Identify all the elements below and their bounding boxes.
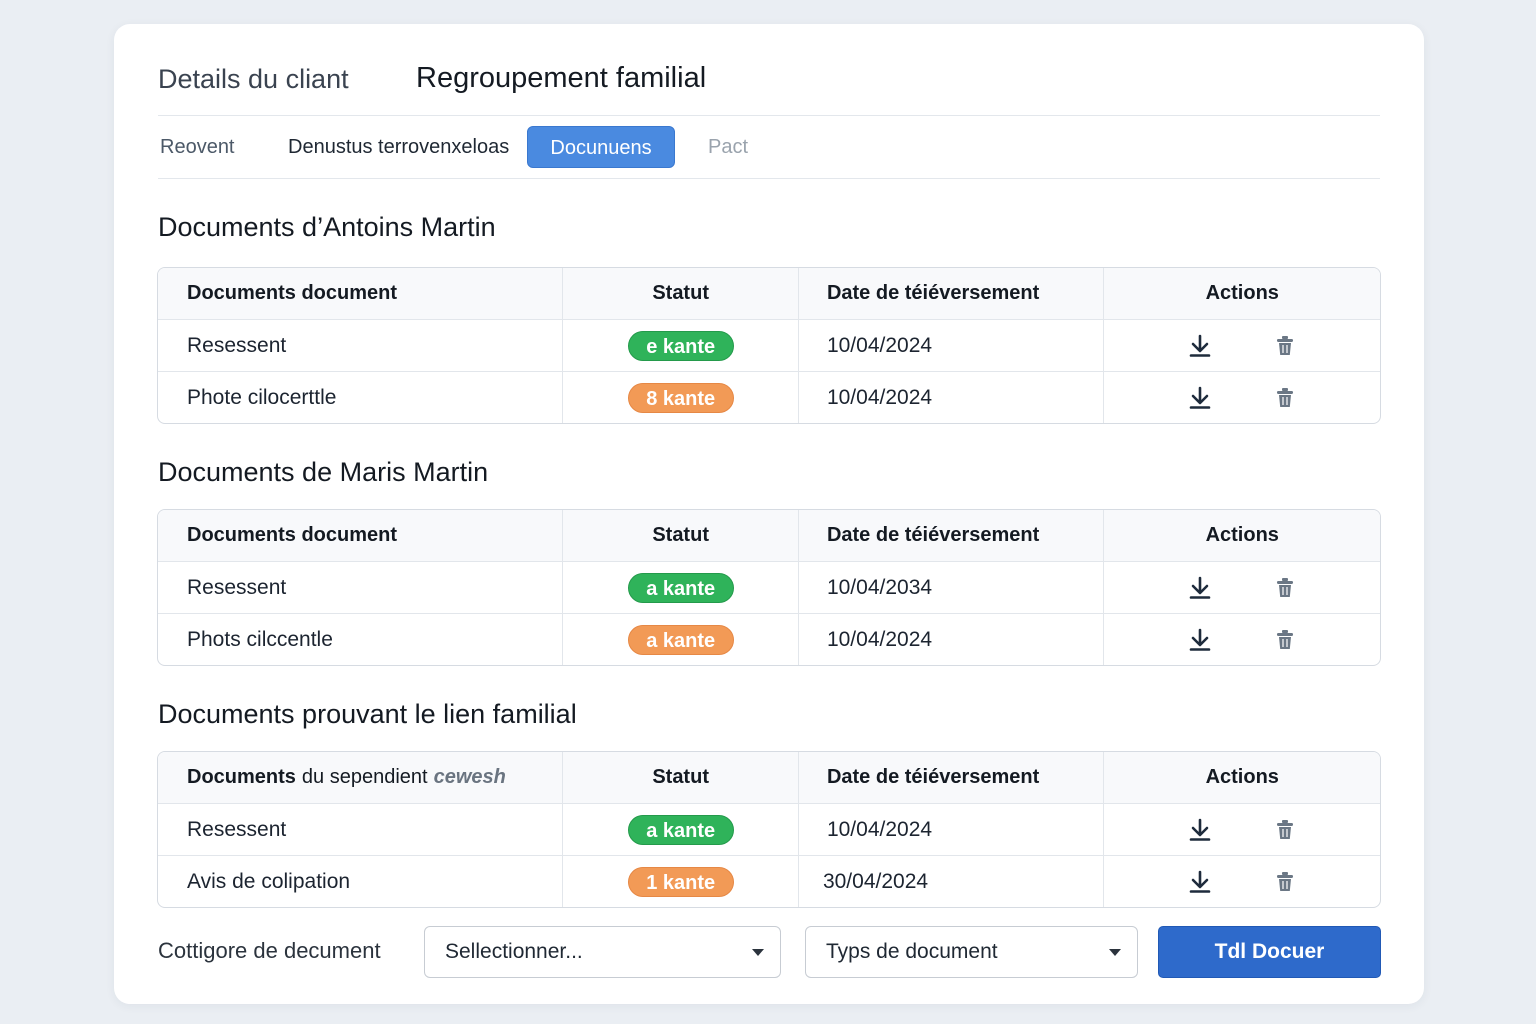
select-value: Typs de document [826,940,998,963]
status-badge: 8 kante [627,382,734,413]
table-header-row: Documents document Statut Date de téiéve… [158,510,1380,561]
upload-bar: Cottigore de decument Sellectionner... T… [158,926,1381,978]
table-row: Resessent a kante 10/04/2024 [158,803,1380,855]
section-title: Documents prouvant le lien familial [158,699,577,729]
status-badge: a kante [627,814,734,845]
column-header-status: Statut [562,268,798,319]
document-name: Resessent [187,575,287,599]
table-row: Resessent a kante 10/04/2034 [158,561,1380,613]
download-icon[interactable] [1186,868,1214,896]
column-header-actions: Actions [1103,510,1380,561]
page-title: Regroupement familial [416,62,707,94]
document-type-select[interactable]: Typs de document [805,926,1138,978]
download-icon[interactable] [1186,816,1214,844]
document-name: Resessent [187,333,287,357]
tab-documents[interactable]: Docunuens [527,126,675,168]
status-badge: a kante [627,572,734,603]
column-header-actions: Actions [1103,752,1380,803]
document-name: Resessent [187,817,287,841]
tab-pact[interactable]: Pact [708,126,748,168]
page-header: Details du cliant Regroupement familial [158,62,1380,116]
documents-table: Documents document Statut Date de téiéve… [157,267,1381,424]
documents-table: Documents document Statut Date de téiéve… [157,509,1381,666]
column-header-actions: Actions [1103,268,1380,319]
select-value: Sellectionner... [445,940,583,963]
table-row: Resessent e kante 10/04/2024 [158,319,1380,371]
column-header-document-rest: du sependient [301,766,428,788]
table-header-row: Documents du sependient cewesh Statut Da… [158,752,1380,803]
document-name: Phots cilccentle [187,627,333,651]
trash-icon[interactable] [1271,626,1299,654]
upload-date: 10/04/2024 [797,804,1104,855]
upload-document-button[interactable]: Tdl Docuer [1158,926,1381,978]
status-badge: 1 kante [627,866,734,897]
column-header-document-bold: Documents [187,766,296,788]
download-icon[interactable] [1186,574,1214,602]
table-row: Phote cilocerttle 8 kante 10/04/2024 [158,371,1380,423]
document-name: Avis de colipation [187,869,351,893]
download-icon[interactable] [1186,626,1214,654]
table-row: Phots cilccentle a kante 10/04/2024 [158,613,1380,665]
trash-icon[interactable] [1271,332,1299,360]
column-header-document: Documents document [187,524,398,546]
status-badge: a kante [627,624,734,655]
breadcrumb-client-details[interactable]: Details du cliant [158,64,349,95]
column-header-document-italic: cewesh [433,766,506,788]
column-header-document: Documents du sependient cewesh [158,752,562,803]
document-category-select[interactable]: Sellectionner... [424,926,781,978]
upload-date: 10/04/2024 [797,372,1104,423]
upload-date: 10/04/2024 [797,320,1104,371]
document-name: Phote cilocerttle [187,385,337,409]
tab-denustus[interactable]: Denustus terrovenxeloas [288,126,509,168]
tab-bar: Reovent Denustus terrovenxeloas Docunuen… [158,126,1380,179]
section-title: Documents de Maris Martin [158,457,489,487]
status-badge: e kante [627,330,734,361]
download-icon[interactable] [1186,384,1214,412]
download-icon[interactable] [1186,332,1214,360]
upload-date: 10/04/2024 [797,614,1104,665]
trash-icon[interactable] [1271,816,1299,844]
column-header-date: Date de téiéversement [797,268,1104,319]
upload-date: 10/04/2034 [797,562,1104,613]
column-header-status: Statut [562,510,798,561]
column-header-status: Statut [562,752,798,803]
section-title: Documents d’Antoins Martin [158,212,496,242]
upload-date: 30/04/2024 [797,856,1104,907]
column-header-date: Date de téiéversement [797,510,1104,561]
table-row: Avis de colipation 1 kante 30/04/2024 [158,855,1380,907]
trash-icon[interactable] [1271,384,1299,412]
client-documents-card: Details du cliant Regroupement familial … [114,24,1424,1004]
tab-reovent[interactable]: Reovent [160,126,235,168]
trash-icon[interactable] [1271,868,1299,896]
chevron-down-icon [752,949,764,956]
trash-icon[interactable] [1271,574,1299,602]
column-header-document: Documents document [187,282,398,304]
chevron-down-icon [1109,949,1121,956]
table-header-row: Documents document Statut Date de téiéve… [158,268,1380,319]
column-header-date: Date de téiéversement [797,752,1104,803]
documents-table: Documents du sependient cewesh Statut Da… [157,751,1381,908]
document-category-label: Cottigore de decument [158,938,381,963]
